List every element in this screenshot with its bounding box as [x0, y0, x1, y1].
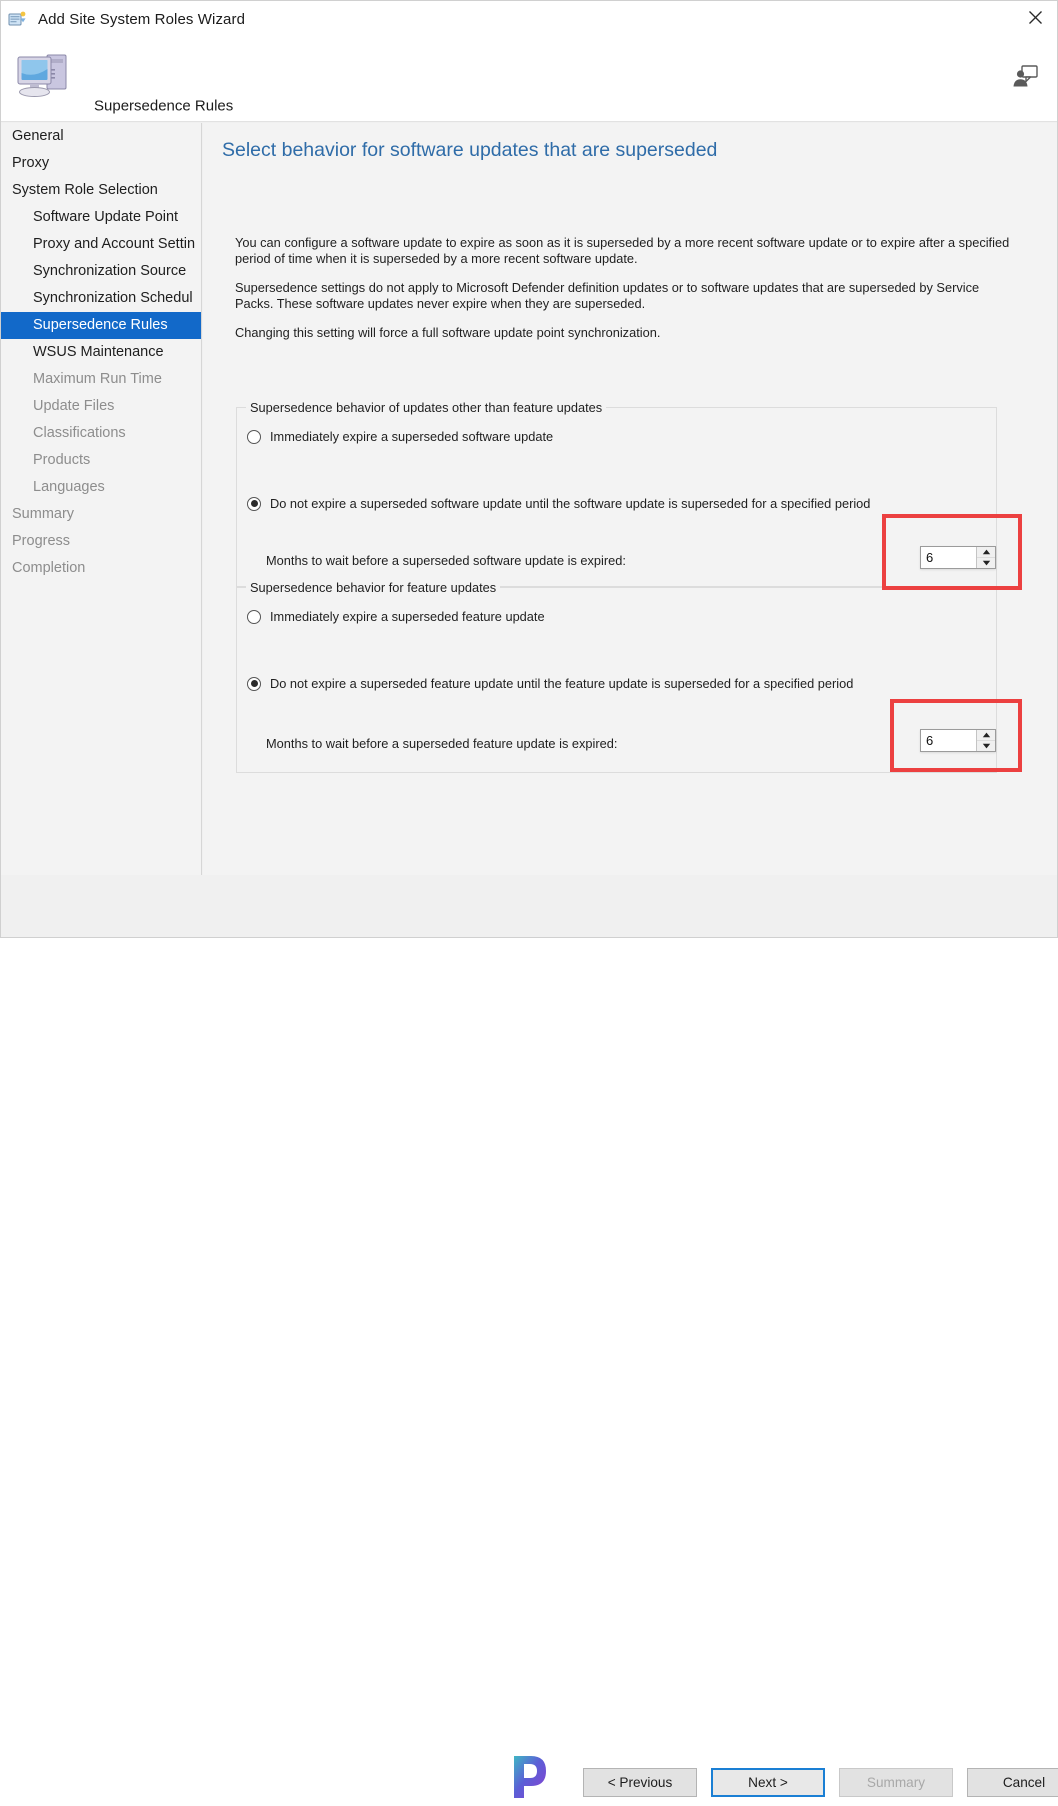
window-title: Add Site System Roles Wizard	[38, 10, 246, 28]
wizard-content-panel: Select behavior for software updates tha…	[203, 123, 1058, 875]
intro-paragraph-2: Supersedence settings do not apply to Mi…	[235, 280, 980, 311]
radio-immediate-expire-feature-update[interactable]: Immediately expire a superseded feature …	[247, 609, 545, 624]
sidebar-item-classifications[interactable]: Classifications	[0, 420, 201, 447]
intro-description: You can configure a software update to e…	[235, 235, 1013, 341]
group-supersedence-other-updates: Supersedence behavior of updates other t…	[236, 400, 997, 587]
stepper-down-icon[interactable]	[977, 558, 995, 568]
radio-label: Do not expire a superseded feature updat…	[270, 676, 854, 691]
radio-button-selected-icon	[247, 676, 261, 691]
sidebar-item-products[interactable]: Products	[0, 447, 201, 474]
wizard-footer: < Previous Next > Summary Cancel	[0, 875, 1058, 1798]
months-to-wait-feature-input[interactable]	[921, 730, 976, 751]
months-to-wait-feature-label: Months to wait before a superseded featu…	[266, 736, 618, 751]
sidebar-item-supersedence-rules[interactable]: Supersedence Rules	[0, 312, 201, 339]
wizard-header-banner: Supersedence Rules	[0, 38, 1058, 122]
add-site-system-roles-wizard-window: Add Site System Roles Wizard Supersedenc…	[0, 0, 1058, 1798]
intro-paragraph-1: You can configure a software update to e…	[235, 235, 1010, 266]
sidebar-item-maximum-run-time[interactable]: Maximum Run Time	[0, 366, 201, 393]
radio-delay-expire-software-update[interactable]: Do not expire a superseded software upda…	[247, 496, 870, 511]
radio-delay-expire-feature-update[interactable]: Do not expire a superseded feature updat…	[247, 676, 853, 691]
group-legend-feature-updates: Supersedence behavior for feature update…	[246, 580, 501, 595]
sidebar-item-wsus-maintenance[interactable]: WSUS Maintenance	[0, 339, 201, 366]
wizard-button-bar: < Previous Next > Summary Cancel	[583, 1768, 1058, 1797]
prajwal-logo	[507, 1753, 551, 1801]
previous-button[interactable]: < Previous	[583, 1768, 697, 1797]
stepper-buttons[interactable]	[976, 730, 995, 751]
group-supersedence-feature-updates: Supersedence behavior for feature update…	[236, 580, 997, 773]
computer-icon	[14, 47, 76, 103]
stepper-up-icon[interactable]	[977, 547, 995, 558]
intro-paragraph-3: Changing this setting will force a full …	[235, 325, 661, 340]
summary-button: Summary	[839, 1768, 953, 1797]
radio-button-unselected-icon	[247, 429, 261, 444]
sidebar-item-summary[interactable]: Summary	[0, 501, 201, 528]
sidebar-item-progress[interactable]: Progress	[0, 528, 201, 555]
title-bar: Add Site System Roles Wizard	[0, 0, 1058, 38]
stepper-buttons[interactable]	[976, 547, 995, 568]
wizard-icon	[8, 9, 28, 29]
radio-immediate-expire-software-update[interactable]: Immediately expire a superseded software…	[247, 429, 553, 444]
next-button[interactable]: Next >	[711, 1768, 825, 1797]
sidebar-item-software-update-point[interactable]: Software Update Point	[0, 204, 201, 231]
wizard-page-subtitle: Supersedence Rules	[94, 97, 234, 115]
sidebar-item-proxy-and-account-settings[interactable]: Proxy and Account Settin	[0, 231, 201, 258]
sidebar-item-synchronization-source[interactable]: Synchronization Source	[0, 258, 201, 285]
sidebar-item-completion[interactable]: Completion	[0, 555, 201, 582]
radio-label: Do not expire a superseded software upda…	[270, 496, 871, 511]
sidebar-item-system-role-selection[interactable]: System Role Selection	[0, 177, 201, 204]
cancel-button[interactable]: Cancel	[967, 1768, 1058, 1797]
sidebar-item-synchronization-schedule[interactable]: Synchronization Schedul	[0, 285, 201, 312]
radio-label: Immediately expire a superseded feature …	[270, 609, 545, 624]
stepper-down-icon[interactable]	[977, 741, 995, 751]
sidebar-item-languages[interactable]: Languages	[0, 474, 201, 501]
feedback-person-icon[interactable]	[1008, 60, 1042, 94]
radio-button-unselected-icon	[247, 609, 261, 624]
sidebar-item-update-files[interactable]: Update Files	[0, 393, 201, 420]
months-to-wait-software-stepper[interactable]	[920, 546, 996, 569]
radio-label: Immediately expire a superseded software…	[270, 429, 554, 444]
close-icon[interactable]	[1012, 0, 1058, 34]
group-legend-other-updates: Supersedence behavior of updates other t…	[246, 400, 607, 415]
months-to-wait-software-input[interactable]	[921, 547, 976, 568]
page-title: Select behavior for software updates tha…	[222, 139, 718, 161]
sidebar-item-proxy[interactable]: Proxy	[0, 150, 201, 177]
stepper-up-icon[interactable]	[977, 730, 995, 741]
wizard-step-navigation: General Proxy System Role Selection Soft…	[0, 123, 202, 905]
months-to-wait-feature-stepper[interactable]	[920, 729, 996, 752]
sidebar-item-general[interactable]: General	[0, 123, 201, 150]
months-to-wait-software-label: Months to wait before a superseded softw…	[266, 553, 626, 568]
radio-button-selected-icon	[247, 496, 261, 511]
